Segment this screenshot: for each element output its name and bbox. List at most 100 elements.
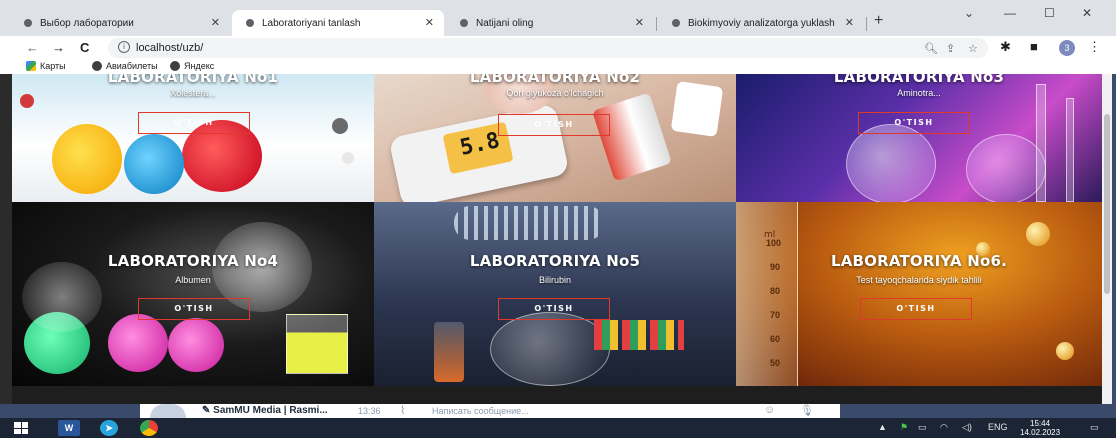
purple-flask bbox=[966, 134, 1046, 202]
site-info-icon[interactable]: i bbox=[118, 41, 130, 53]
blue-flask bbox=[124, 134, 184, 194]
word-app-icon[interactable]: W bbox=[58, 420, 80, 436]
screen: Выбор лаборатории ✕ Laboratoriyani tanla… bbox=[0, 0, 1116, 438]
tab-close-icon[interactable]: ✕ bbox=[845, 16, 854, 29]
molecule-ball bbox=[1056, 342, 1074, 360]
tab-favicon-icon bbox=[22, 17, 34, 29]
tab-title: Biokimyoviy analizatorga yuklash bbox=[688, 17, 835, 29]
menu-kebab-icon[interactable]: ⋮ bbox=[1088, 39, 1101, 55]
bookmark-label: Яндекс bbox=[184, 61, 215, 71]
molecule-ball bbox=[1026, 222, 1050, 246]
address-bar[interactable]: i localhost/uzb/ 🔍︎ ⇪ ☆ bbox=[108, 38, 988, 58]
lab-5-enter-button[interactable]: O'TISH bbox=[498, 298, 610, 320]
test-tube-rack bbox=[594, 320, 684, 350]
lab-title: LABORATORIYA No5 bbox=[469, 252, 641, 270]
tab-close-icon[interactable]: ✕ bbox=[635, 16, 644, 29]
cylinder-mark: 70 bbox=[770, 310, 781, 320]
share-icon[interactable]: ⇪ bbox=[946, 42, 955, 55]
taskbar-clock[interactable]: 15:44 14.02.2023 bbox=[1020, 419, 1060, 437]
lab-subtitle: Bilirubin bbox=[538, 275, 571, 285]
windows-start-icon[interactable] bbox=[14, 422, 28, 434]
yellow-flask bbox=[52, 124, 122, 194]
tab-title: Natijani oling bbox=[476, 17, 534, 29]
tab-lab-select-uz[interactable]: Laboratoriyani tanlash ✕ bbox=[232, 10, 444, 36]
forward-button[interactable]: → bbox=[52, 40, 65, 55]
globe-icon bbox=[92, 61, 102, 71]
bookmark-yandex[interactable]: Яндекс bbox=[170, 61, 214, 71]
extensions-icon[interactable]: ✱ bbox=[1000, 39, 1011, 55]
tab-separator bbox=[656, 17, 657, 31]
tray-battery-icon[interactable]: ▭ bbox=[918, 422, 927, 433]
microphone-icon[interactable]: 🎙︎ bbox=[800, 404, 814, 417]
attach-clip-icon[interactable]: ⌇ bbox=[400, 404, 405, 417]
chat-name[interactable]: ✎ SamMU Media | Rasmi... bbox=[202, 405, 328, 416]
address-url: localhost/uzb/ bbox=[136, 42, 204, 54]
zoom-icon[interactable]: 🔍︎ bbox=[924, 42, 938, 55]
lab-title: LABORATORIYA No3 bbox=[833, 74, 1005, 86]
chat-pin-icon: ✎ bbox=[202, 405, 211, 416]
tab-analyzer-upload[interactable]: Biokimyoviy analizatorga yuklash ✕ bbox=[658, 10, 864, 36]
bookmark-flights[interactable]: Авиабилеты bbox=[92, 61, 158, 71]
lab-card-2: 5.8 LABORATORIYA No2 Qon glyukoza o'lcha… bbox=[374, 74, 736, 202]
orange-flask bbox=[434, 322, 464, 382]
new-tab-button[interactable]: + bbox=[874, 12, 883, 30]
lab-card-5: LABORATORIYA No5 Bilirubin O'TISH bbox=[374, 202, 736, 386]
globe-icon bbox=[170, 61, 180, 71]
molecule-ball bbox=[332, 118, 348, 134]
scrollbar-thumb[interactable] bbox=[1104, 114, 1110, 294]
lab-title: LABORATORIYA No6. bbox=[830, 252, 1008, 270]
tab-search-chevron-icon[interactable]: ⌄ bbox=[964, 6, 974, 20]
reload-button[interactable]: C bbox=[80, 40, 89, 55]
maximize-button[interactable]: ☐ bbox=[1044, 6, 1055, 20]
profile-avatar[interactable]: 3 bbox=[1059, 40, 1075, 56]
tray-flag-icon[interactable]: ⚑ bbox=[900, 422, 908, 433]
lab-subtitle: Xolestera... bbox=[170, 88, 216, 98]
lab-2-enter-button[interactable]: O'TISH bbox=[498, 114, 610, 136]
glass-tube bbox=[1036, 84, 1046, 202]
bookmark-maps[interactable]: Карты bbox=[26, 61, 66, 71]
tab-results[interactable]: Natijani oling ✕ bbox=[446, 10, 654, 36]
lab-6-enter-button[interactable]: O'TISH bbox=[860, 298, 972, 320]
purple-flask bbox=[846, 124, 936, 202]
message-input[interactable]: Написать сообщение... bbox=[432, 406, 529, 416]
tray-language[interactable]: ENG bbox=[988, 422, 1008, 432]
tab-lab-select-ru[interactable]: Выбор лаборатории ✕ bbox=[10, 10, 230, 36]
lab-1-enter-button[interactable]: O'TISH bbox=[138, 112, 250, 134]
cylinder-mark: 60 bbox=[770, 334, 781, 344]
tray-volume-icon[interactable]: ◁) bbox=[962, 422, 972, 433]
side-panel-icon[interactable]: ■ bbox=[1030, 39, 1038, 54]
windows-taskbar: W ➤ ▲ ⚑ ▭ ◠ ◁) ENG 15:44 14.02.2023 ▭ bbox=[0, 418, 1116, 438]
lab-subtitle: Qon glyukoza o'lchagich bbox=[506, 88, 604, 98]
close-window-button[interactable]: ✕ bbox=[1082, 6, 1092, 20]
telegram-app-icon[interactable]: ➤ bbox=[100, 420, 118, 436]
lab-card-3: LABORATORIYA No3 Aminotra... O'TISH bbox=[736, 74, 1102, 202]
emoji-icon[interactable]: ☺ bbox=[764, 404, 775, 416]
tray-wifi-icon[interactable]: ◠ bbox=[940, 422, 948, 433]
browser-tab-bar: Выбор лаборатории ✕ Laboratoriyani tanla… bbox=[0, 0, 1116, 36]
left-gutter bbox=[0, 74, 12, 404]
lab-3-enter-button[interactable]: O'TISH bbox=[858, 112, 970, 134]
lab-4-enter-button[interactable]: O'TISH bbox=[138, 298, 250, 320]
tab-close-icon[interactable]: ✕ bbox=[211, 16, 220, 29]
lab-subtitle: Albumen bbox=[175, 275, 211, 285]
back-button[interactable]: ← bbox=[26, 40, 39, 55]
glass-coil bbox=[454, 206, 604, 240]
clock-date: 14.02.2023 bbox=[1020, 428, 1061, 437]
tab-close-icon[interactable]: ✕ bbox=[425, 16, 434, 29]
tab-separator bbox=[866, 17, 867, 31]
lab-card-6: ml 100 90 80 70 60 50 LABORATORIYA No6. … bbox=[736, 202, 1102, 386]
notifications-icon[interactable]: ▭ bbox=[1090, 422, 1099, 433]
molecule-ball bbox=[342, 152, 354, 164]
lab-title: LABORATORIYA No1 bbox=[107, 74, 279, 86]
lab-title: LABORATORIYA No4 bbox=[107, 252, 279, 270]
cylinder-mark: 80 bbox=[770, 286, 781, 296]
page-scrollbar[interactable] bbox=[1102, 74, 1112, 404]
tab-favicon-icon bbox=[244, 17, 256, 29]
chrome-app-icon[interactable] bbox=[140, 420, 158, 436]
channel-avatar[interactable] bbox=[150, 404, 186, 418]
minimize-button[interactable]: — bbox=[1004, 6, 1016, 20]
lab-card-4: LABORATORIYA No4 Albumen O'TISH bbox=[12, 202, 374, 386]
bookmark-star-icon[interactable]: ☆ bbox=[968, 42, 978, 55]
tray-arrow-icon[interactable]: ▲ bbox=[878, 422, 887, 432]
tab-title: Laboratoriyani tanlash bbox=[262, 17, 361, 29]
